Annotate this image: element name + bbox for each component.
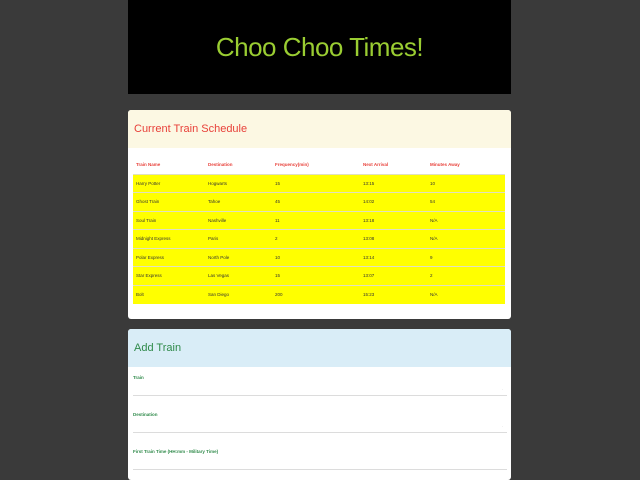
cell-train-name: Harry Potter [133,173,205,193]
cell-frequency: 45 [272,192,360,211]
column-header-next-arrival: Next Arrival [360,156,427,174]
input-edge-mark: · [501,424,503,429]
cell-next-arrival: 15:23 [360,284,427,304]
table-row: Midnight Express Paris 2 13:08 N/A [133,229,505,248]
input-edge-mark: · [501,387,503,392]
cell-next-arrival: 13:07 [360,266,427,285]
table-row: Bolt San Diego 200 15:23 N/A [133,284,505,304]
cell-frequency: 15 [272,266,360,285]
table-row: Polar Express North Pole 10 13:14 9 [133,247,505,267]
page-title: Choo Choo Times! [215,31,424,62]
cell-next-arrival: 13:08 [360,229,427,248]
cell-frequency: 15 [272,173,360,193]
cell-minutes-away: N/A [427,210,505,230]
cell-destination: Paris [205,229,272,248]
page-container: Choo Choo Times! Current Train Schedule … [128,0,511,480]
train-name-input[interactable]: · [133,383,507,396]
schedule-table: Train Name Destination Frequency(min) Ne… [133,156,505,304]
train-name-group: Train · [133,375,507,396]
table-row: Soul Train Nashville 11 13:18 N/A [133,210,505,230]
first-train-time-label: First Train Time (HH:mm - Military Time) [133,449,219,454]
cell-next-arrival: 13:18 [360,210,427,230]
first-train-time-group: First Train Time (HH:mm - Military Time) [133,449,507,470]
column-header-train-name: Train Name [133,156,205,174]
table-row: Star Express Las Vegas 15 13:07 2 [133,266,505,285]
cell-train-name: Midnight Express [133,229,205,248]
cell-destination: North Pole [205,247,272,267]
table-row: Harry Potter Hogwarts 15 13:15 10 [133,173,505,193]
table-header-row: Train Name Destination Frequency(min) Ne… [133,156,505,174]
cell-train-name: Soul Train [133,210,205,230]
cell-next-arrival: 14:02 [360,192,427,211]
cell-train-name: Star Express [133,266,205,285]
first-train-time-input[interactable] [133,457,507,470]
destination-input[interactable]: · [133,420,507,433]
cell-next-arrival: 13:15 [360,173,427,193]
cell-train-name: Polar Express [133,247,205,267]
cell-destination: San Diego [205,284,272,304]
schedule-panel: Current Train Schedule Train Name Destin… [128,110,511,319]
cell-train-name: Ghost Train [133,192,205,211]
train-name-label: Train [133,375,144,380]
cell-minutes-away: N/A [427,229,505,248]
column-header-destination: Destination [205,156,272,174]
cell-destination: Las Vegas [205,266,272,285]
cell-destination: Hogwarts [205,173,272,193]
schedule-panel-heading: Current Train Schedule [128,110,511,148]
cell-minutes-away: N/A [427,284,505,304]
jumbotron: Choo Choo Times! [128,0,511,94]
table-row: Ghost Train Tahoe 45 14:02 54 [133,192,505,211]
cell-minutes-away: 2 [427,266,505,285]
add-train-panel-heading: Add Train [128,329,511,367]
column-header-minutes-away: Minutes Away [427,156,505,174]
cell-frequency: 2 [272,229,360,248]
cell-minutes-away: 9 [427,247,505,267]
destination-group: Destination · [133,412,507,433]
cell-next-arrival: 13:14 [360,247,427,267]
cell-frequency: 11 [272,210,360,230]
cell-destination: Tahoe [205,192,272,211]
cell-train-name: Bolt [133,284,205,304]
destination-label: Destination [133,412,158,417]
cell-frequency: 200 [272,284,360,304]
cell-destination: Nashville [205,210,272,230]
column-header-frequency: Frequency(min) [272,156,360,174]
cell-minutes-away: 10 [427,173,505,193]
cell-minutes-away: 54 [427,192,505,211]
cell-frequency: 10 [272,247,360,267]
